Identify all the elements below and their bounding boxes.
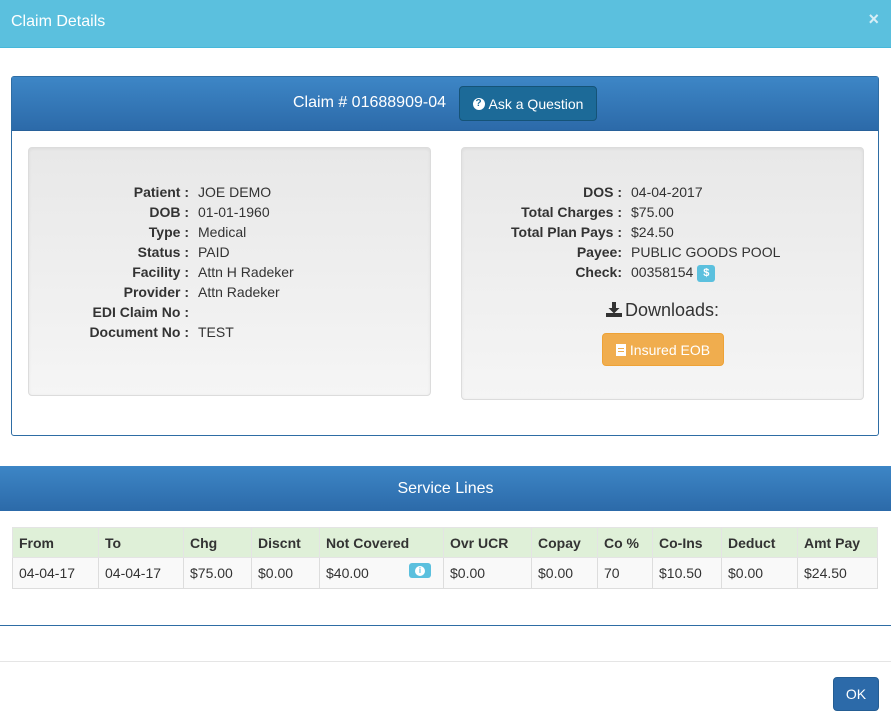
download-icon	[605, 302, 622, 317]
check-row: Check: 00358154 $	[462, 264, 863, 284]
payee-row: Payee: PUBLIC GOODS POOL	[462, 244, 863, 264]
ask-question-label: Ask a Question	[488, 95, 584, 112]
cell-discnt: $0.00	[251, 557, 320, 589]
type-label: Type :	[148, 224, 189, 240]
facility-value: Attn H Radeker	[198, 264, 294, 280]
edi-claim-label: EDI Claim No :	[92, 304, 189, 320]
service-lines-table: From To Chg Discnt Not Covered Ovr UCR C…	[12, 527, 878, 589]
cell-copay: $0.00	[531, 557, 598, 589]
check-value-wrap: 00358154 $	[631, 264, 716, 282]
document-no-label: Document No :	[89, 324, 189, 340]
payee-value: PUBLIC GOODS POOL	[631, 244, 781, 260]
claim-info-right: DOS : 04-04-2017 Total Charges : $75.00 …	[461, 147, 864, 400]
facility-row: Facility : Attn H Radeker	[29, 264, 430, 284]
document-no-row: Document No : TEST	[29, 324, 430, 344]
cell-not-covered: $40.00 i	[319, 557, 444, 589]
close-icon[interactable]: ×	[868, 9, 879, 30]
total-plan-pays-label: Total Plan Pays :	[511, 224, 622, 240]
facility-label: Facility :	[132, 264, 189, 280]
status-label: Status :	[137, 244, 189, 260]
col-to: To	[98, 527, 184, 558]
type-value: Medical	[198, 224, 247, 240]
total-plan-pays-row: Total Plan Pays : $24.50	[462, 224, 863, 244]
section-divider	[0, 625, 891, 626]
col-amt-pay: Amt Pay	[797, 527, 878, 558]
status-value: PAID	[198, 244, 230, 260]
total-plan-pays-value: $24.50	[631, 224, 674, 240]
document-no-value: TEST	[198, 324, 234, 340]
service-lines-header: Service Lines	[0, 466, 891, 511]
claim-info-left: Patient : JOE DEMO DOB : 01-01-1960 Type…	[28, 147, 431, 396]
provider-row: Provider : Attn Radeker	[29, 284, 430, 304]
cell-co-ins: $10.50	[652, 557, 722, 589]
col-co-ins: Co-Ins	[652, 527, 722, 558]
col-deduct: Deduct	[721, 527, 798, 558]
patient-label: Patient :	[133, 184, 189, 200]
status-row: Status : PAID	[29, 244, 430, 264]
service-lines-title: Service Lines	[397, 480, 494, 497]
total-charges-label: Total Charges :	[521, 204, 622, 220]
dos-label: DOS :	[583, 184, 622, 200]
table-row: 04-04-17 04-04-17 $75.00 $0.00 $40.00 i $…	[12, 557, 878, 589]
check-value: 00358154	[631, 264, 694, 280]
claim-number: Claim # 01688909-04	[293, 94, 446, 111]
claim-panel: Claim # 01688909-04 ? Ask a Question Pat…	[11, 76, 879, 436]
col-discnt: Discnt	[251, 527, 320, 558]
check-label: Check:	[575, 264, 622, 280]
not-covered-value: $40.00	[326, 565, 369, 581]
col-co-percent: Co %	[597, 527, 653, 558]
dob-value: 01-01-1960	[198, 204, 270, 220]
cell-chg: $75.00	[183, 557, 252, 589]
table-header-row: From To Chg Discnt Not Covered Ovr UCR C…	[12, 527, 878, 558]
dob-row: DOB : 01-01-1960	[29, 204, 430, 224]
file-icon	[615, 343, 626, 356]
col-not-covered: Not Covered	[319, 527, 444, 558]
modal-header: Claim Details ×	[0, 0, 891, 48]
insured-eob-label: Insured EOB	[629, 341, 711, 358]
cell-co-percent: 70	[597, 557, 653, 589]
cell-amt-pay: $24.50	[797, 557, 878, 589]
modal-title: Claim Details	[11, 13, 106, 30]
cell-to: 04-04-17	[98, 557, 184, 589]
dos-value: 04-04-2017	[631, 184, 703, 200]
col-from: From	[12, 527, 99, 558]
footer-divider	[0, 661, 891, 662]
ask-question-button[interactable]: ? Ask a Question	[459, 86, 597, 121]
edi-claim-row: EDI Claim No :	[29, 304, 430, 324]
total-charges-row: Total Charges : $75.00	[462, 204, 863, 224]
payee-label: Payee:	[576, 244, 622, 260]
dos-row: DOS : 04-04-2017	[462, 184, 863, 204]
cell-deduct: $0.00	[721, 557, 798, 589]
patient-value: JOE DEMO	[198, 184, 272, 200]
provider-value: Attn Radeker	[198, 284, 280, 300]
dob-label: DOB :	[149, 204, 189, 220]
downloads-label: Downloads:	[624, 300, 720, 320]
dollar-icon[interactable]: $	[697, 265, 716, 282]
info-icon[interactable]: i	[409, 563, 431, 578]
type-row: Type : Medical	[29, 224, 430, 244]
provider-label: Provider :	[123, 284, 189, 300]
col-copay: Copay	[531, 527, 598, 558]
question-circle-icon: ?	[472, 97, 485, 110]
col-chg: Chg	[183, 527, 252, 558]
downloads-heading: Downloads:	[462, 300, 863, 321]
patient-row: Patient : JOE DEMO	[29, 184, 430, 204]
cell-from: 04-04-17	[12, 557, 99, 589]
ok-button[interactable]: OK	[833, 677, 879, 711]
cell-ovr-ucr: $0.00	[443, 557, 532, 589]
claim-heading: Claim # 01688909-04 ? Ask a Question	[12, 77, 878, 131]
col-ovr-ucr: Ovr UCR	[443, 527, 532, 558]
insured-eob-button[interactable]: Insured EOB	[602, 333, 724, 366]
total-charges-value: $75.00	[631, 204, 674, 220]
